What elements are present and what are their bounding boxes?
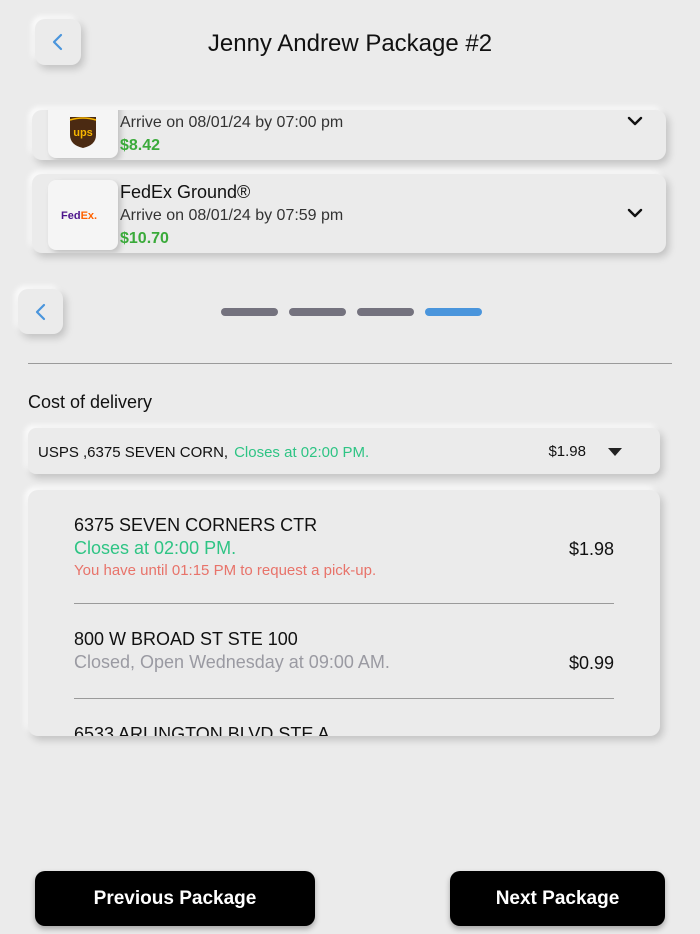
select-value: USPS ,6375 SEVEN CORN, <box>38 444 229 461</box>
select-status: Closes at 02:00 PM. <box>234 444 370 461</box>
delivery-location-select[interactable]: USPS ,6375 SEVEN CORN, Closes at 02:00 PM… <box>28 428 660 474</box>
divider <box>28 363 672 364</box>
page-dot[interactable] <box>357 308 414 316</box>
carrier-eta: Arrive on 08/01/24 by 07:00 pm <box>120 114 344 131</box>
location-price: $0.99 <box>568 653 614 673</box>
svg-text:FedEx.: FedEx. <box>61 210 97 222</box>
page-title: Jenny Andrew Package #2 <box>207 30 493 57</box>
location-status: Closes at 02:00 PM. <box>74 538 237 558</box>
ups-logo: ups <box>48 110 118 158</box>
carrier-price: $10.70 <box>120 230 169 247</box>
list-divider <box>74 698 614 699</box>
list-divider <box>74 603 614 604</box>
location-list: 6375 SEVEN CORNERS CTR Closes at 02:00 P… <box>28 490 660 736</box>
location-address: 6375 SEVEN CORNERS CTR <box>74 515 318 535</box>
page-dot-active[interactable] <box>425 308 482 316</box>
location-address: 6533 ARLINGTON BLVD STE A <box>74 724 330 736</box>
carrier-card-fedex[interactable]: FedEx. FedEx Ground® Arrive on 08/01/24 … <box>32 174 666 253</box>
carrier-eta: Arrive on 08/01/24 by 07:59 pm <box>120 207 344 224</box>
page-dot[interactable] <box>221 308 278 316</box>
location-warning: You have until 01:15 PM to request a pic… <box>74 562 377 579</box>
list-item[interactable]: 6375 SEVEN CORNERS CTR Closes at 02:00 P… <box>74 515 614 579</box>
ups-logo-text: ups <box>73 127 93 139</box>
carrier-price: $8.42 <box>120 137 161 154</box>
carrier-card-ups[interactable]: ups Arrive on 08/01/24 by 07:00 pm $8.42 <box>32 110 666 160</box>
page-dot[interactable] <box>289 308 346 316</box>
location-status: Closed, Open Wednesday at 09:00 AM. <box>74 652 390 672</box>
next-package-button[interactable]: Next Package <box>450 871 665 926</box>
fedex-logo: FedEx. <box>48 180 118 250</box>
page-indicator <box>221 308 482 316</box>
previous-package-button[interactable]: Previous Package <box>35 871 315 926</box>
list-item[interactable]: 6533 ARLINGTON BLVD STE A <box>74 724 614 736</box>
chevron-left-icon <box>35 303 45 320</box>
previous-page-button[interactable] <box>18 289 63 334</box>
select-price: $1.98 <box>548 443 586 460</box>
location-address: 800 W BROAD ST STE 100 <box>74 629 298 649</box>
caret-down-icon[interactable] <box>608 448 622 456</box>
location-price: $1.98 <box>568 539 614 559</box>
section-label: Cost of delivery <box>28 392 153 412</box>
chevron-down-icon[interactable] <box>626 207 644 219</box>
chevron-down-icon[interactable] <box>626 115 644 127</box>
list-item[interactable]: 800 W BROAD ST STE 100 Closed, Open Wedn… <box>74 629 614 673</box>
carrier-name: FedEx Ground® <box>120 182 251 202</box>
